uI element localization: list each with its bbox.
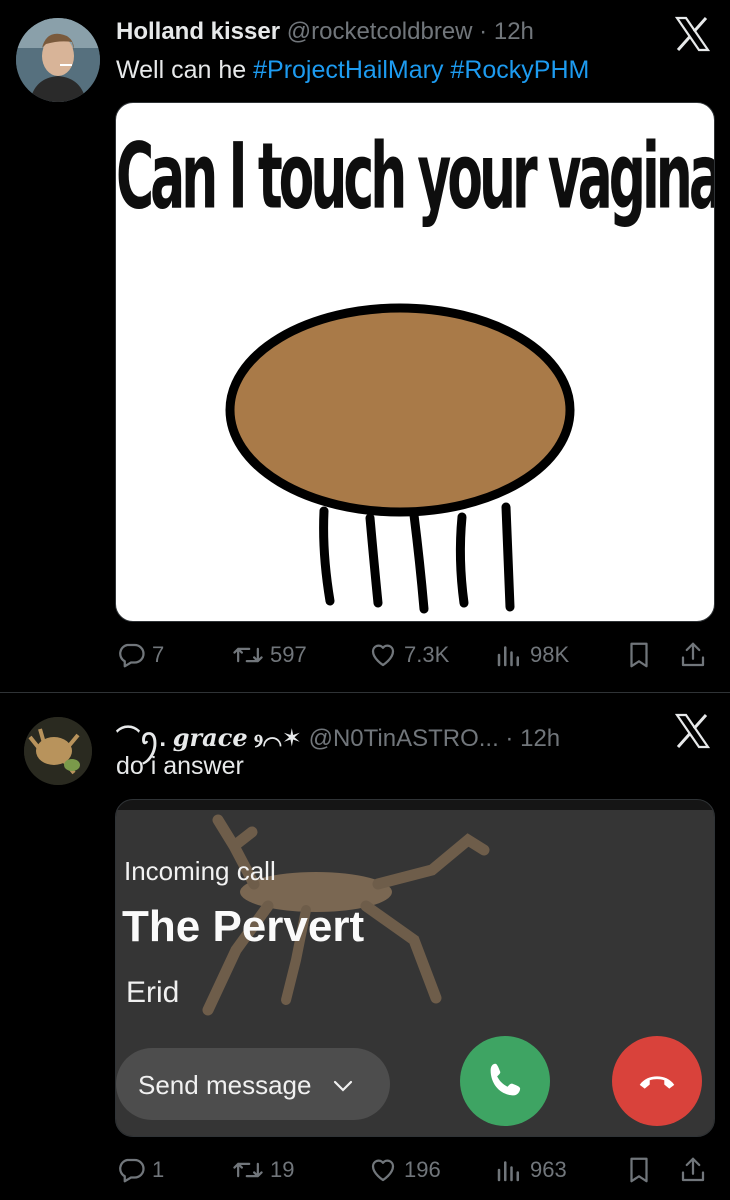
send-message-label: Send message — [138, 1070, 312, 1100]
caller-name: The Pervert — [122, 902, 365, 951]
tweet-2[interactable]: ⌒ꪆ. grace ⳋ⌒✶ @N0TinASTRO... · 12h do i … — [0, 693, 730, 1200]
reply-button[interactable]: 1 — [116, 1150, 164, 1190]
views-count: 98K — [530, 642, 570, 667]
user-handle[interactable]: @N0TinASTRO... — [309, 725, 499, 752]
hashtag-link[interactable]: #ProjectHailMary — [253, 56, 443, 84]
views-count: 963 — [530, 1157, 567, 1182]
like-count: 7.3K — [404, 642, 450, 667]
separator-dot: · — [479, 18, 488, 45]
action-bar: 1 19 196 963 — [116, 1150, 716, 1190]
user-handle[interactable]: @rocketcoldbrew — [287, 18, 473, 45]
repost-icon — [233, 1162, 263, 1178]
views-button[interactable]: 98K — [494, 635, 569, 675]
timestamp[interactable]: 12h — [520, 725, 560, 752]
bookmark-button[interactable] — [624, 635, 660, 675]
display-name-decoration: ⌒ꪆ. — [116, 725, 167, 752]
decline-call-button[interactable] — [612, 1036, 702, 1126]
views-icon — [497, 1161, 519, 1182]
share-button[interactable] — [678, 635, 714, 675]
reply-count: 7 — [152, 642, 165, 667]
bookmark-icon — [630, 642, 648, 668]
tweet-text: do i answer — [116, 752, 244, 780]
display-name[interactable]: grace — [173, 723, 248, 752]
heart-icon — [371, 644, 395, 667]
meme-image[interactable]: Can I touch your vagina question — [115, 102, 715, 622]
tweet-header: Holland kisser @rocketcoldbrew · 12h — [116, 18, 534, 46]
repost-icon — [233, 647, 263, 663]
chevron-down-icon — [333, 1080, 353, 1092]
timestamp[interactable]: 12h — [494, 18, 534, 45]
action-bar: 7 597 7.3K 98K — [116, 635, 716, 675]
x-logo-icon — [672, 711, 712, 751]
call-screenshot-image[interactable]: Incoming call The Pervert Erid Send mess… — [115, 799, 715, 1137]
rocky-drawing — [225, 303, 575, 614]
hashtag-link[interactable]: #RockyPHM — [450, 56, 589, 84]
avatar[interactable] — [24, 717, 92, 785]
like-count: 196 — [404, 1157, 441, 1182]
avatar[interactable] — [16, 18, 100, 102]
reply-icon — [119, 643, 145, 668]
send-message-button[interactable]: Send message — [116, 1048, 390, 1120]
incoming-call-label: Incoming call — [124, 856, 276, 886]
repost-count: 19 — [270, 1157, 295, 1182]
views-icon — [497, 646, 519, 667]
reply-button[interactable]: 7 — [116, 635, 164, 675]
reply-count: 1 — [152, 1157, 165, 1182]
x-logo-icon — [672, 14, 712, 54]
share-icon — [681, 1157, 705, 1182]
phone-icon — [490, 1063, 521, 1096]
tweet-text: Well can he #ProjectHailMary #RockyPHM — [116, 56, 589, 85]
bookmark-icon — [630, 1157, 648, 1183]
incoming-call-screen: Incoming call The Pervert Erid Send mess… — [116, 810, 714, 1136]
caller-subtitle: Erid — [126, 976, 180, 1009]
reply-icon — [119, 1158, 145, 1183]
like-button[interactable]: 196 — [368, 1150, 441, 1190]
answer-call-button[interactable] — [460, 1036, 550, 1126]
separator-dot: · — [505, 725, 514, 752]
display-name-suffix: ⳋ⌒✶ — [254, 725, 302, 752]
share-icon — [681, 642, 705, 667]
repost-button[interactable]: 19 — [232, 1150, 294, 1190]
bookmark-button[interactable] — [624, 1150, 660, 1190]
like-button[interactable]: 7.3K — [368, 635, 449, 675]
heart-icon — [371, 1159, 395, 1182]
display-name[interactable]: Holland kisser — [116, 18, 280, 45]
hang-up-icon — [639, 1076, 675, 1089]
repost-count: 597 — [270, 642, 307, 667]
share-button[interactable] — [678, 1150, 714, 1190]
tweet-1[interactable]: Holland kisser @rocketcoldbrew · 12h Wel… — [0, 0, 730, 690]
views-button[interactable]: 963 — [494, 1150, 567, 1190]
repost-button[interactable]: 597 — [232, 635, 307, 675]
tweet-text-body: Well can he — [116, 56, 247, 84]
